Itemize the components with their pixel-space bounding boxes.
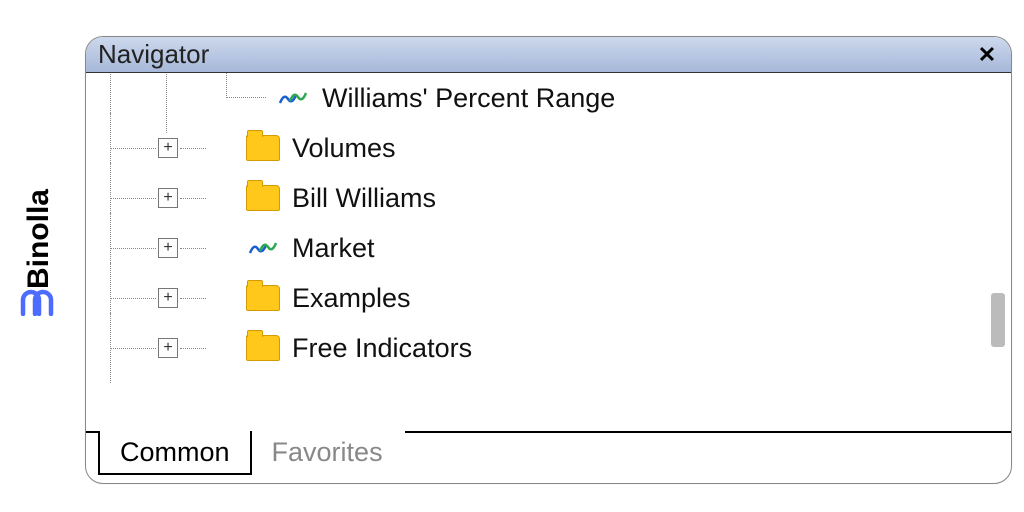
tree-item-market[interactable]: + Market (86, 223, 1011, 273)
folder-icon (246, 285, 280, 311)
navigator-panel: Navigator ✕ Williams' Percent Range + (85, 36, 1012, 484)
panel-title: Navigator (98, 39, 969, 70)
tree-item-bill-williams[interactable]: + Bill Williams (86, 173, 1011, 223)
tree-item-label: Volumes (292, 133, 1011, 164)
tree-item-label: Bill Williams (292, 183, 1011, 214)
expand-icon[interactable]: + (158, 188, 178, 208)
brand-sidebar: Binolla (0, 0, 78, 512)
tree-guides (86, 73, 276, 123)
tabs-bar: Common Favorites (86, 431, 1011, 483)
tree-item-volumes[interactable]: + Volumes (86, 123, 1011, 173)
close-button[interactable]: ✕ (969, 40, 1005, 70)
expand-icon[interactable]: + (158, 138, 178, 158)
expand-icon[interactable]: + (158, 338, 178, 358)
tree-item-label: Examples (292, 283, 1011, 314)
tab-label: Common (120, 437, 230, 468)
close-icon: ✕ (978, 42, 996, 68)
tree-item-label: Free Indicators (292, 333, 1011, 364)
panel-title-bar: Navigator ✕ (86, 37, 1011, 73)
tree-item-free-indicators[interactable]: + Free Indicators (86, 323, 1011, 373)
tab-favorites[interactable]: Favorites (250, 431, 405, 475)
tab-divider (86, 431, 98, 433)
indicator-icon (276, 85, 310, 111)
tree-item-label: Williams' Percent Range (322, 83, 1011, 114)
tree-item-label: Market (292, 233, 1011, 264)
tab-label: Favorites (272, 437, 383, 468)
tree-leaf-williams-percent-range[interactable]: Williams' Percent Range (86, 73, 1011, 123)
folder-icon (246, 335, 280, 361)
tree-guides: + (86, 323, 246, 373)
indicator-icon (246, 235, 280, 261)
brand-name: Binolla (22, 188, 56, 288)
scrollbar-thumb[interactable] (991, 293, 1005, 347)
folder-icon (246, 185, 280, 211)
tab-common[interactable]: Common (98, 431, 252, 475)
tree-item-examples[interactable]: + Examples (86, 273, 1011, 323)
brand-logo-icon (19, 286, 59, 321)
folder-icon (246, 135, 280, 161)
expand-icon[interactable]: + (158, 238, 178, 258)
tree-view[interactable]: Williams' Percent Range + Volumes + Bill… (86, 73, 1011, 431)
expand-icon[interactable]: + (158, 288, 178, 308)
